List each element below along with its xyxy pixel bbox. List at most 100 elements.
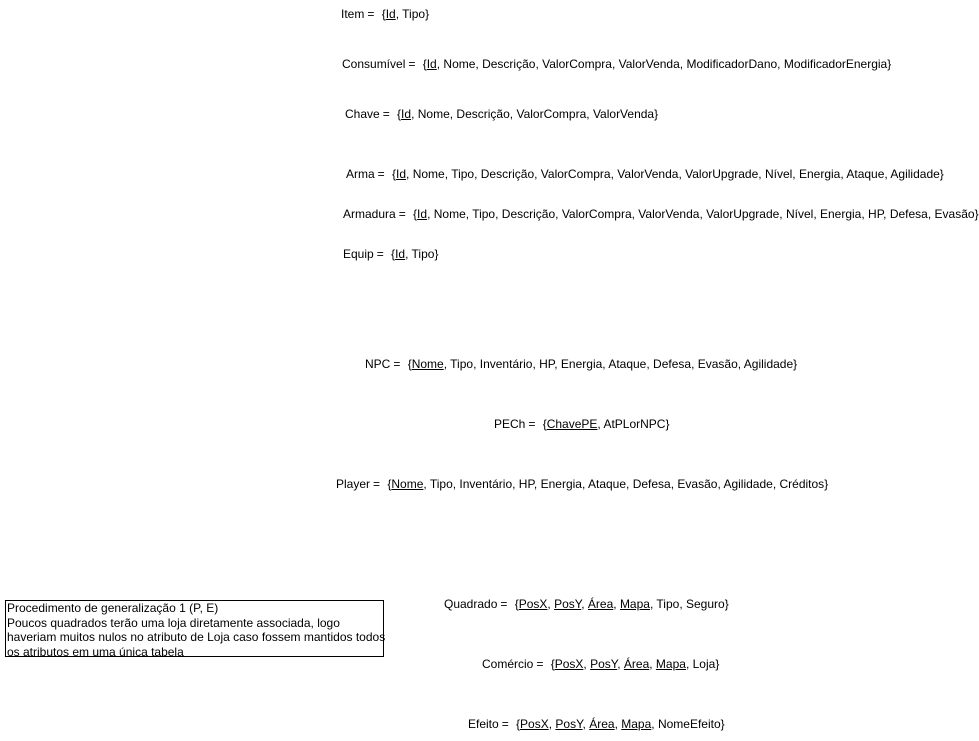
attribute: Evasão	[934, 207, 975, 221]
key-attribute: Id	[401, 107, 412, 121]
key-attribute: PosY	[555, 717, 583, 731]
equals-sign: =	[528, 417, 536, 431]
note-line: os atributos em uma única tabela	[7, 644, 184, 659]
attribute: Tipo	[450, 357, 474, 371]
key-attribute: Nome	[411, 357, 444, 371]
key-attribute: PosY	[554, 597, 582, 611]
attribute: Tipo	[429, 477, 453, 491]
note-line: Procedimento de generalização 1 (P, E)	[7, 601, 219, 615]
attribute: ValorUpgrade	[706, 207, 780, 221]
relation-name: Equip	[343, 247, 374, 261]
attribute: ValorCompra	[542, 57, 612, 71]
attribute: Descrição	[501, 207, 556, 221]
relation-name: Player	[336, 477, 371, 491]
attribute: Ataque	[846, 167, 885, 181]
attribute: Tipo	[411, 247, 435, 261]
relation-name: Comércio	[482, 657, 534, 671]
attribute: Créditos	[779, 477, 825, 491]
equals-sign: =	[536, 657, 544, 671]
attribute: Seguro	[686, 597, 725, 611]
relation-name: Armadura	[343, 207, 396, 221]
attribute: Nome	[443, 57, 476, 71]
key-attribute: Área	[589, 717, 615, 731]
attribute: Agilidade	[890, 167, 940, 181]
relation-arma: Arma = {Id, Nome, Tipo, Descrição, ValorC…	[346, 167, 944, 181]
equals-sign: =	[367, 7, 375, 21]
key-attribute: ChavePE	[546, 417, 598, 431]
attribute: Nível	[764, 167, 793, 181]
equals-sign: =	[373, 477, 381, 491]
attribute: Inventário	[479, 357, 533, 371]
key-attribute: Área	[623, 657, 650, 671]
attribute: ValorCompra	[540, 167, 611, 181]
key-attribute: PosY	[590, 657, 618, 671]
attribute: Nome	[412, 167, 445, 181]
relation-comercio: Comércio = {PosX, PosY, Área, Mapa, Loja}	[482, 657, 720, 671]
attribute: ValorVenda	[638, 207, 700, 221]
key-attribute: Mapa	[619, 597, 650, 611]
attribute: Energia	[798, 167, 841, 181]
relation-name: PECh	[494, 417, 526, 431]
attribute: Nome	[417, 107, 450, 121]
attribute: HP	[868, 207, 884, 221]
key-attribute: PosX	[520, 717, 549, 731]
attribute: Ataque	[587, 477, 627, 491]
attribute: Energia	[560, 357, 603, 371]
attribute: Descrição	[480, 167, 535, 181]
key-attribute: Nome	[391, 477, 424, 491]
relation-consumivel: Consumível = {Id, Nome, Descrição, ValorC…	[342, 57, 892, 71]
relation-name: Quadrado	[444, 597, 498, 611]
attribute: Tipo	[656, 597, 680, 611]
key-attribute: PosX	[554, 657, 584, 671]
attribute: AtPLorNPC	[603, 417, 666, 431]
key-attribute: Id	[426, 57, 437, 71]
relation-efeito: Efeito = {PosX, PosY, Área, Mapa, NomeEfe…	[468, 717, 725, 731]
attribute: ValorCompra	[561, 207, 632, 221]
relation-name: Item	[341, 7, 365, 21]
note-line: Poucos quadrados terão uma loja diretame…	[7, 615, 340, 630]
key-attribute: Id	[395, 247, 406, 261]
relation-npc: NPC = {Nome, Tipo, Inventário, HP, Energi…	[365, 357, 798, 371]
attribute: Defesa	[653, 357, 692, 371]
equals-sign: =	[398, 207, 406, 221]
attribute: Nível	[785, 207, 814, 221]
equals-sign: =	[393, 357, 401, 371]
key-attribute: PosX	[518, 597, 548, 611]
attribute: ValorVenda	[592, 107, 655, 121]
attribute: HP	[518, 477, 534, 491]
equals-sign: =	[501, 717, 509, 731]
attribute: Descrição	[482, 57, 536, 71]
attribute: NomeEfeito	[657, 717, 721, 731]
relation-armadura: Armadura = {Id, Nome, Tipo, Descrição, Va…	[343, 207, 979, 221]
key-attribute: Id	[396, 167, 407, 181]
relation-name: Arma	[346, 167, 375, 181]
equals-sign: =	[377, 167, 385, 181]
attribute: Agilidade	[723, 477, 773, 491]
attribute: Inventário	[459, 477, 513, 491]
key-attribute: Id	[385, 7, 396, 21]
equals-sign: =	[382, 107, 390, 121]
attribute: Descrição	[456, 107, 510, 121]
attribute: Energia	[819, 207, 862, 221]
equals-sign: =	[376, 247, 384, 261]
attribute: HP	[539, 357, 555, 371]
attribute: Evasão	[677, 477, 718, 491]
relation-pech: PECh = {ChavePE, AtPLorNPC}	[494, 417, 670, 431]
note-line: haveriam muitos nulos no atributo de Loj…	[7, 630, 386, 644]
generalization-note: Procedimento de generalização 1 (P, E) P…	[5, 600, 386, 659]
equals-sign: =	[408, 57, 416, 71]
attribute: ValorVenda	[617, 167, 679, 181]
attribute: Energia	[540, 477, 582, 491]
attribute: Agilidade	[743, 357, 794, 371]
attribute: Evasão	[697, 357, 738, 371]
relation-name: Efeito	[468, 717, 499, 731]
attribute: Ataque	[608, 357, 647, 371]
key-attribute: Id	[417, 207, 428, 221]
equals-sign: =	[500, 597, 508, 611]
attribute: Nome	[433, 207, 466, 221]
attribute: ValorCompra	[516, 107, 587, 121]
relation-quadrado: Quadrado = {PosX, PosY, Área, Mapa, Tipo,…	[444, 597, 729, 611]
relation-name: Chave	[345, 107, 380, 121]
attribute: ModificadorEnergia	[783, 57, 888, 71]
attribute: Defesa	[632, 477, 671, 491]
